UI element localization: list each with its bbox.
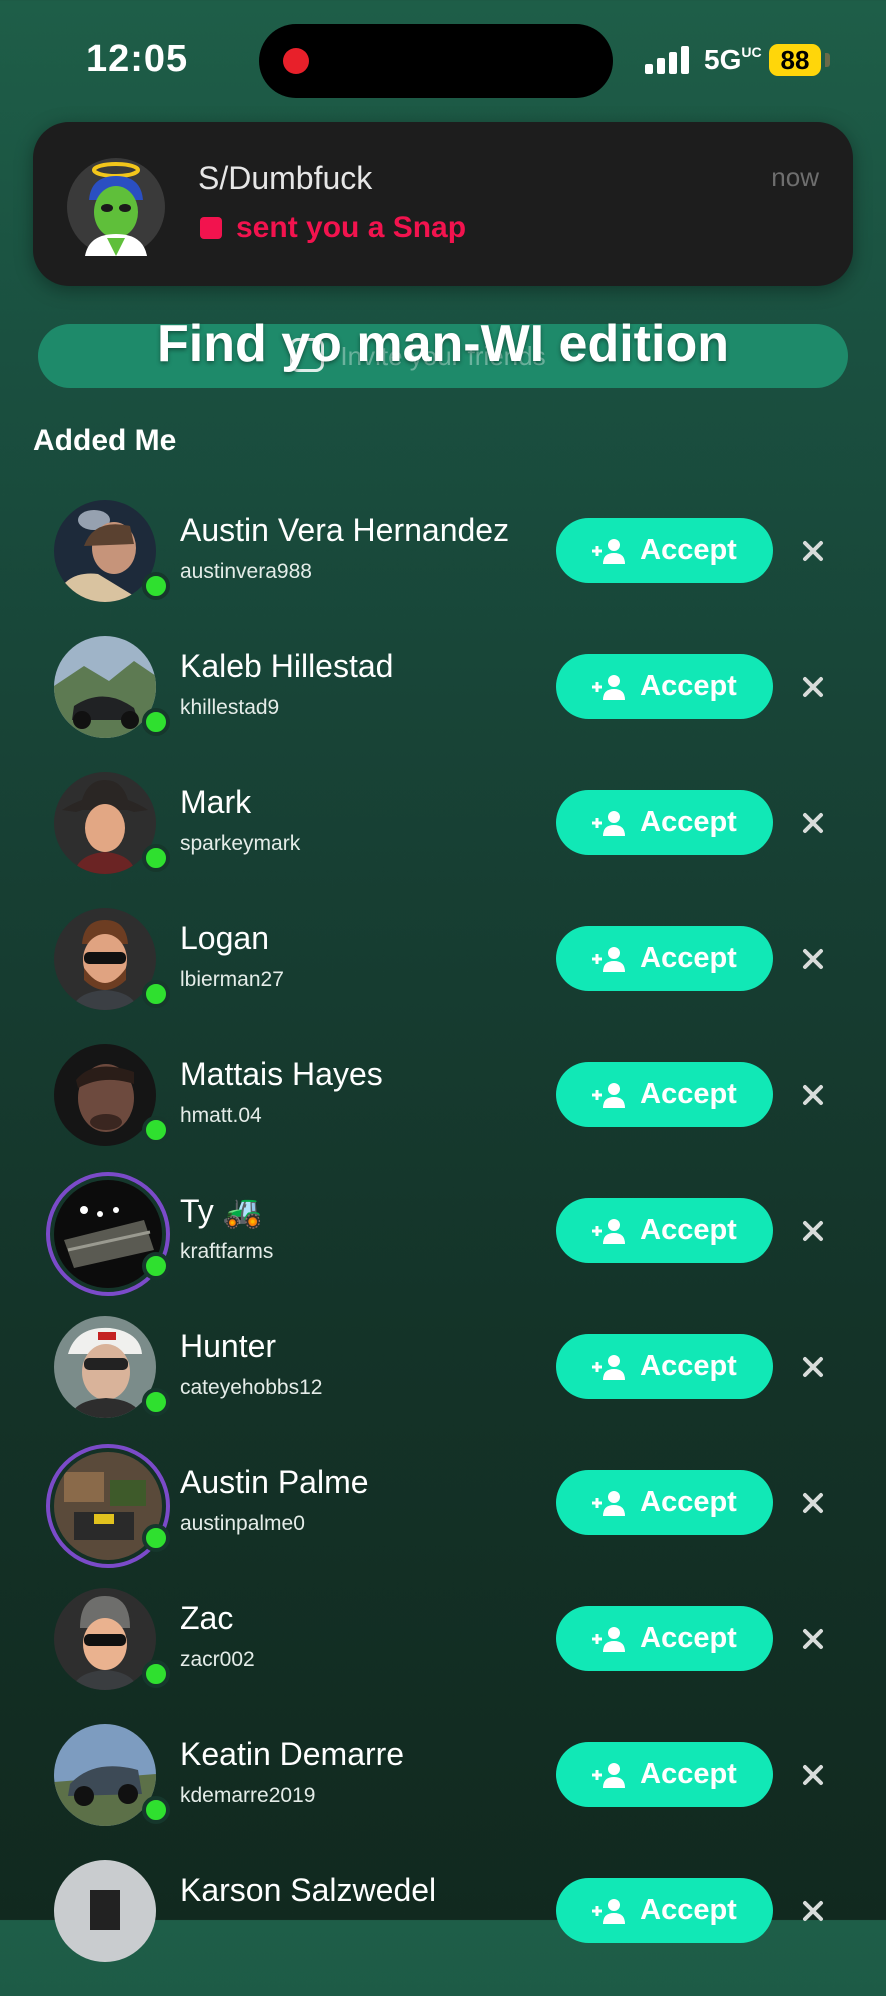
friend-username: austinpalme0 <box>180 1512 305 1535</box>
add-friend-icon <box>592 1762 626 1788</box>
avatar[interactable] <box>54 908 156 1010</box>
avatar[interactable] <box>54 636 156 738</box>
close-icon[interactable] <box>798 536 828 566</box>
add-friend-icon <box>592 1082 626 1108</box>
accept-button[interactable]: Accept <box>556 1334 773 1399</box>
online-indicator <box>142 1524 170 1552</box>
friend-username: kdemarre2019 <box>180 1784 316 1807</box>
online-indicator <box>142 708 170 736</box>
friend-username: lbierman27 <box>180 968 284 991</box>
list-item[interactable]: Austin Vera Hernandez austinvera988 Acce… <box>0 500 886 636</box>
list-item[interactable]: Keatin Demarre kdemarre2019 Accept <box>0 1724 886 1860</box>
avatar[interactable] <box>54 772 156 874</box>
accept-label: Accept <box>640 1622 737 1654</box>
online-indicator <box>142 1252 170 1280</box>
list-item[interactable]: Hunter cateyehobbs12 Accept <box>0 1316 886 1452</box>
close-icon[interactable] <box>798 1488 828 1518</box>
friend-username: kraftfarms <box>180 1240 274 1263</box>
close-icon[interactable] <box>798 944 828 974</box>
friend-name: Logan <box>180 920 269 956</box>
add-friend-icon <box>592 1218 626 1244</box>
accept-label: Accept <box>640 1486 737 1518</box>
friend-username: hmatt.04 <box>180 1104 262 1127</box>
accept-label: Accept <box>640 1350 737 1382</box>
accept-label: Accept <box>640 1758 737 1790</box>
list-item[interactable]: Mattais Hayes hmatt.04 Accept <box>0 1044 886 1180</box>
accept-label: Accept <box>640 1894 737 1926</box>
online-indicator <box>142 1116 170 1144</box>
add-friend-icon <box>592 1490 626 1516</box>
accept-label: Accept <box>640 1078 737 1110</box>
accept-label: Accept <box>640 1214 737 1246</box>
avatar[interactable] <box>54 1044 156 1146</box>
accept-button[interactable]: Accept <box>556 518 773 583</box>
close-icon[interactable] <box>798 1624 828 1654</box>
close-icon[interactable] <box>798 1352 828 1382</box>
accept-button[interactable]: Accept <box>556 1062 773 1127</box>
list-item[interactable]: Ty 🚜 kraftfarms Accept <box>0 1172 886 1316</box>
avatar[interactable] <box>54 1860 156 1962</box>
close-icon[interactable] <box>798 808 828 838</box>
added-me-list: Austin Vera Hernandez austinvera988 Acce… <box>0 0 886 1962</box>
online-indicator <box>142 1660 170 1688</box>
close-icon[interactable] <box>798 1896 828 1926</box>
friend-name: Austin Vera Hernandez <box>180 512 510 548</box>
close-icon[interactable] <box>798 672 828 702</box>
online-indicator <box>142 980 170 1008</box>
online-indicator <box>142 572 170 600</box>
accept-label: Accept <box>640 670 737 702</box>
add-friend-icon <box>592 538 626 564</box>
accept-button[interactable]: Accept <box>556 654 773 719</box>
accept-label: Accept <box>640 534 737 566</box>
list-item[interactable]: Karson Salzwedel Accept <box>0 1860 886 1996</box>
close-icon[interactable] <box>798 1760 828 1790</box>
add-friend-icon <box>592 1626 626 1652</box>
accept-label: Accept <box>640 942 737 974</box>
accept-button[interactable]: Accept <box>556 1742 773 1807</box>
friend-username: austinvera988 <box>180 560 312 583</box>
friend-name: Keatin Demarre <box>180 1736 405 1772</box>
friend-name: Zac <box>180 1600 234 1636</box>
list-item[interactable]: Logan lbierman27 Accept <box>0 908 886 1044</box>
list-item[interactable]: Kaleb Hillestad khillestad9 Accept <box>0 636 886 772</box>
online-indicator <box>142 1388 170 1416</box>
avatar[interactable] <box>54 500 156 602</box>
avatar[interactable] <box>54 1724 156 1826</box>
avatar[interactable] <box>54 1316 156 1418</box>
friend-name: Kaleb Hillestad <box>180 648 394 684</box>
online-indicator <box>142 1796 170 1824</box>
friend-username: khillestad9 <box>180 696 280 719</box>
accept-button[interactable]: Accept <box>556 1470 773 1535</box>
list-item[interactable]: Austin Palme austinpalme0 Accept <box>0 1444 886 1588</box>
online-indicator <box>142 844 170 872</box>
avatar[interactable] <box>54 1588 156 1690</box>
close-icon[interactable] <box>798 1216 828 1246</box>
friend-username: cateyehobbs12 <box>180 1376 323 1399</box>
accept-button[interactable]: Accept <box>556 1606 773 1671</box>
close-icon[interactable] <box>798 1080 828 1110</box>
list-item[interactable]: Zac zacr002 Accept <box>0 1588 886 1724</box>
accept-label: Accept <box>640 806 737 838</box>
accept-button[interactable]: Accept <box>556 1198 773 1263</box>
add-friend-icon <box>592 946 626 972</box>
friend-name: Hunter <box>180 1328 277 1364</box>
accept-button[interactable]: Accept <box>556 926 773 991</box>
friend-name: Mark <box>180 784 252 820</box>
friend-name: Ty 🚜 <box>180 1193 263 1229</box>
friend-name: Mattais Hayes <box>180 1056 383 1092</box>
friend-name: Karson Salzwedel <box>180 1872 437 1908</box>
accept-button[interactable]: Accept <box>556 790 773 855</box>
accept-button[interactable]: Accept <box>556 1878 773 1943</box>
list-item[interactable]: Mark sparkeymark Accept <box>0 772 886 908</box>
add-friend-icon <box>592 1354 626 1380</box>
add-friend-icon <box>592 674 626 700</box>
friend-username: zacr002 <box>180 1648 255 1671</box>
friend-name: Austin Palme <box>180 1464 369 1500</box>
add-friend-icon <box>592 810 626 836</box>
friend-username: sparkeymark <box>180 832 301 855</box>
